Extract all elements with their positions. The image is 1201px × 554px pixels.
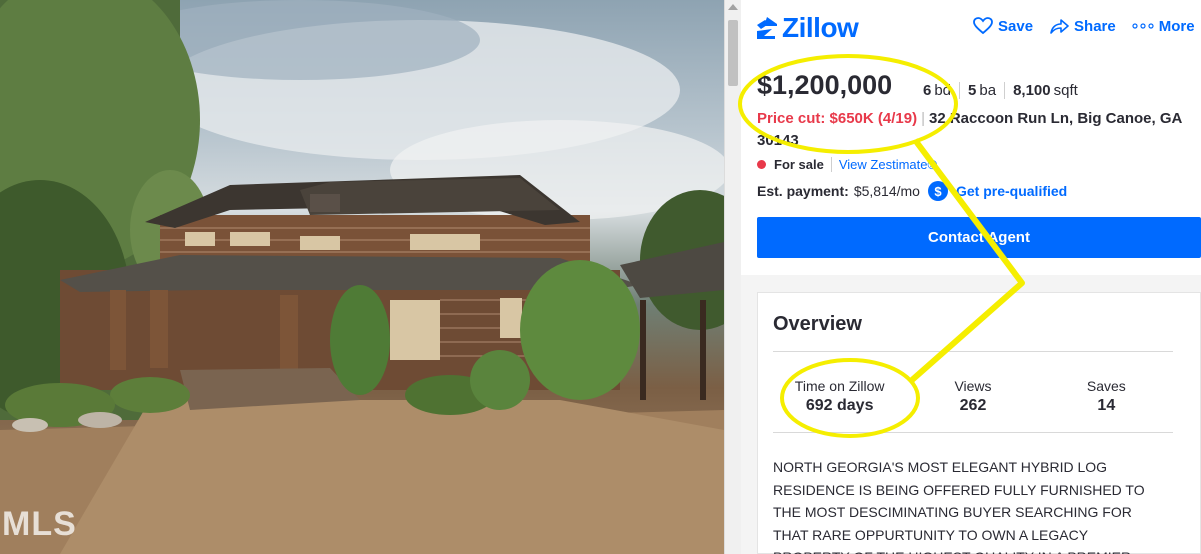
saves-stat: Saves 14 [1040, 352, 1173, 432]
share-icon [1050, 19, 1069, 34]
beds-value: 6 [923, 82, 932, 99]
scroll-up-arrow-icon[interactable] [728, 4, 738, 10]
more-icon [1132, 23, 1154, 29]
house-photo-image [0, 0, 724, 554]
payment-label: Est. payment: [757, 183, 849, 199]
view-zestimate-link[interactable]: View Zestimate® [830, 157, 937, 172]
stat-value: 692 days [805, 397, 874, 414]
listing-price: $1,200,000 [757, 70, 893, 100]
zillow-logo[interactable]: Zillow [756, 12, 859, 44]
zillow-wordmark: Zillow [782, 12, 859, 43]
stat-value: 14 [1097, 397, 1116, 414]
sqft-fact: 8,100 sqft [1004, 82, 1086, 99]
beds-fact: 6 bd [923, 82, 959, 99]
contact-agent-button[interactable]: Contact Agent [757, 217, 1201, 258]
scrollbar-thumb[interactable] [728, 20, 738, 86]
share-button[interactable]: Share [1049, 17, 1116, 35]
status-text: For sale [774, 157, 824, 172]
listing-details-panel: Zillow Save Share More $1,200,000 6 bd 5… [741, 0, 1201, 554]
more-label: More [1158, 17, 1195, 35]
sqft-value: 8,100 [1013, 82, 1051, 99]
stat-label: Saves [1086, 378, 1126, 394]
save-button[interactable]: Save [973, 17, 1033, 35]
sqft-unit: sqft [1053, 82, 1078, 99]
time-on-zillow-stat: Time on Zillow 692 days [773, 352, 906, 432]
listing-status: For sale View Zestimate® [757, 157, 937, 172]
dollar-icon: $ [927, 181, 948, 201]
more-button[interactable]: More [1132, 17, 1195, 35]
payment-value[interactable]: $5,814/mo [854, 183, 920, 199]
listing-actions: Save Share More [973, 17, 1195, 35]
address-line: Price cut: $650K (4/19) | 32 Raccoon Run L… [757, 108, 1197, 152]
overview-heading: Overview [773, 313, 862, 335]
baths-unit: ba [979, 82, 997, 99]
mls-watermark: MLS [2, 505, 77, 543]
get-prequalified-link[interactable]: $ Get pre-qualified [927, 181, 1068, 201]
stat-label: Time on Zillow [794, 378, 885, 394]
prequalified-label: Get pre-qualified [955, 183, 1068, 199]
zillow-logo-icon [757, 17, 777, 39]
for-sale-dot-icon [757, 160, 766, 169]
address-separator: | [921, 110, 925, 127]
beds-unit: bd [934, 82, 952, 99]
photo-scrollbar[interactable] [724, 0, 741, 554]
views-stat: Views 262 [906, 352, 1039, 432]
stat-value: 262 [959, 397, 987, 414]
stat-label: Views [954, 378, 992, 394]
baths-fact: 5 ba [959, 82, 1004, 99]
home-facts: 6 bd 5 ba 8,100 sqft [923, 82, 1086, 99]
overview-card: Overview Time on Zillow 692 days Views 2… [757, 292, 1201, 554]
listing-description: NORTH GEORGIA'S MOST ELEGANT HYBRID LOG … [773, 459, 1145, 554]
listing-stats: Time on Zillow 692 days Views 262 Saves … [773, 351, 1173, 433]
estimated-payment: Est. payment: $5,814/mo $ Get pre-qualif… [757, 181, 1067, 201]
save-label: Save [998, 17, 1034, 35]
price-cut-label: Price cut: $650K (4/19) [757, 110, 918, 127]
share-label: Share [1074, 17, 1116, 35]
listing-photo[interactable]: MLS [0, 0, 724, 554]
heart-icon [973, 17, 993, 35]
baths-value: 5 [968, 82, 977, 99]
summary-card: Zillow Save Share More $1,200,000 6 bd 5… [741, 0, 1201, 275]
